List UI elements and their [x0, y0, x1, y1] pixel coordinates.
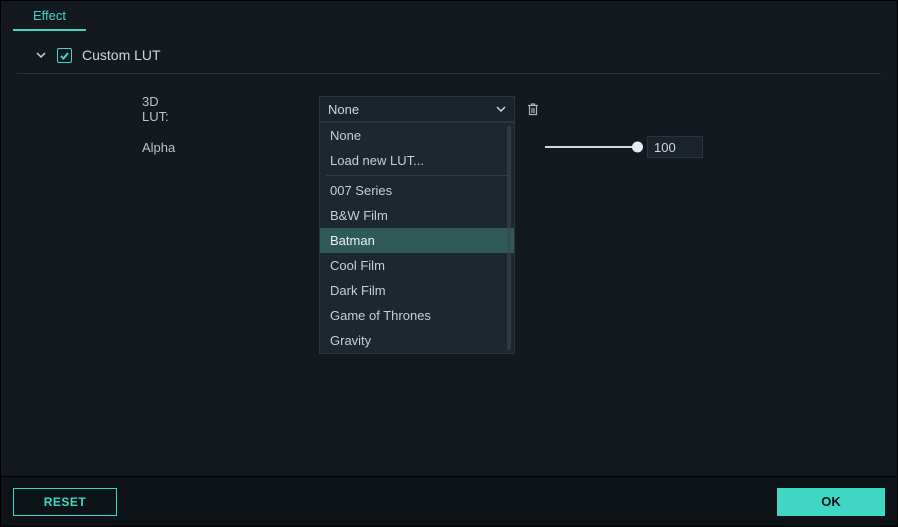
label-alpha: Alpha — [19, 140, 184, 155]
chevron-down-icon — [35, 49, 47, 61]
slider-track[interactable] — [545, 146, 637, 148]
row-3d-lut: 3D LUT: None None Load new LUT... 007 Se… — [1, 96, 897, 122]
label-3d-lut: 3D LUT: — [19, 94, 184, 124]
dropdown-divider — [326, 175, 508, 176]
ok-button[interactable]: OK — [777, 488, 885, 516]
dropdown-scrollbar[interactable] — [507, 126, 511, 350]
dropdown-item-load-new-lut[interactable]: Load new LUT... — [320, 148, 514, 173]
dropdown-item-game-of-thrones[interactable]: Game of Thrones — [320, 303, 514, 328]
dropdown-item-007-series[interactable]: 007 Series — [320, 178, 514, 203]
select-3d-lut[interactable]: None None Load new LUT... 007 Series B&W… — [319, 96, 515, 122]
dropdown-item-cool-film[interactable]: Cool Film — [320, 253, 514, 278]
alpha-input[interactable] — [647, 136, 703, 158]
dropdown-item-dark-film[interactable]: Dark Film — [320, 278, 514, 303]
section-header-custom-lut[interactable]: Custom LUT — [17, 31, 881, 74]
slider-fill — [545, 146, 637, 148]
effect-panel: Effect Custom LUT 3D LUT: None None Load… — [0, 0, 898, 527]
dropdown-item-bw-film[interactable]: B&W Film — [320, 203, 514, 228]
slider-thumb[interactable] — [632, 142, 643, 153]
reset-button[interactable]: RESET — [13, 488, 117, 516]
dropdown-item-none[interactable]: None — [320, 123, 514, 148]
alpha-slider[interactable] — [541, 146, 637, 148]
chevron-down-icon — [496, 102, 506, 117]
tab-effect[interactable]: Effect — [13, 1, 86, 31]
footer: RESET OK — [1, 476, 897, 526]
trash-icon[interactable] — [525, 101, 541, 117]
custom-lut-checkbox[interactable] — [57, 48, 72, 63]
dropdown-item-gravity[interactable]: Gravity — [320, 328, 514, 353]
tab-bar: Effect — [1, 1, 897, 31]
section-title: Custom LUT — [82, 47, 161, 63]
dropdown-item-batman[interactable]: Batman — [320, 228, 514, 253]
dropdown-3d-lut: None Load new LUT... 007 Series B&W Film… — [319, 122, 515, 354]
select-3d-lut-value: None — [328, 102, 359, 117]
